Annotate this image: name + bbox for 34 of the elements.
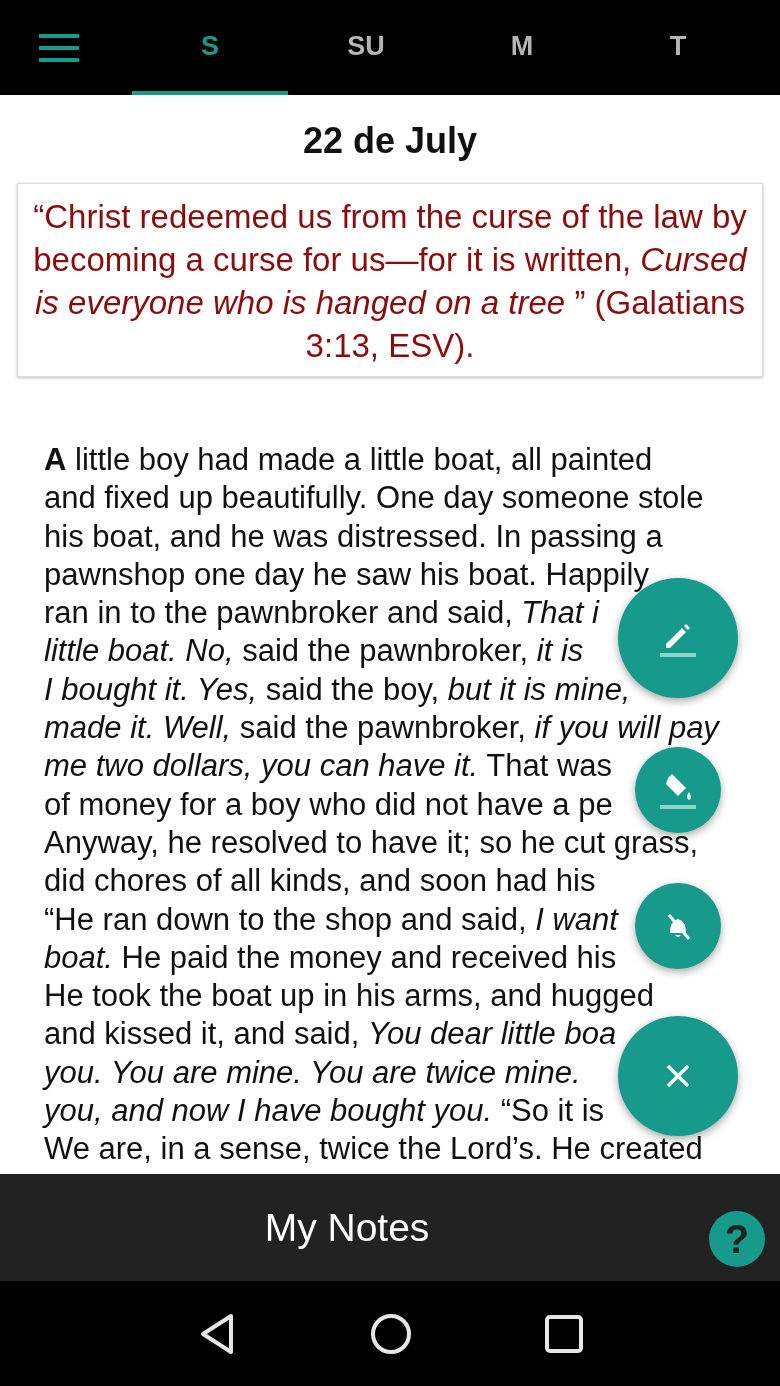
- story-line: his boat, and he was distressed. In passing a: [44, 517, 663, 556]
- story-line: and fixed up beautifully. One day someone stole: [44, 479, 704, 518]
- story-line: me two dollars, you can have it. That was: [44, 747, 613, 786]
- date-title: 22 de July: [302, 119, 478, 163]
- help-button[interactable]: ?: [709, 1211, 765, 1267]
- story-line: you. You are mine. You are twice mine.: [44, 1053, 581, 1092]
- home-icon[interactable]: [370, 1312, 412, 1355]
- notification-off-button[interactable]: [635, 883, 721, 969]
- story-line: boat. He paid the money and received his: [44, 938, 617, 977]
- day-tab[interactable]: SU: [288, 0, 444, 95]
- story-line: pawnshop one day he saw his boat. Happily: [44, 555, 649, 594]
- story-line: and kissed it, and said, You dear little boa: [44, 1015, 617, 1054]
- story-line: little boat. No, said the pawnbroker, it is: [44, 632, 584, 671]
- day-tab[interactable]: S: [132, 0, 288, 95]
- close-button[interactable]: [618, 1016, 738, 1136]
- close-icon: [665, 1063, 691, 1089]
- story-line: ran in to the pawnbroker and said, That i: [44, 594, 599, 633]
- menu-icon[interactable]: [39, 34, 79, 62]
- day-tab[interactable]: T: [600, 0, 756, 95]
- recents-icon[interactable]: [545, 1314, 584, 1353]
- story-line: He took the boat up in his arms, and hugged: [44, 977, 655, 1016]
- story-line: We are, in a sense, twice the Lord’s. He created: [44, 1130, 703, 1169]
- day-tab[interactable]: M: [444, 0, 600, 95]
- story-line: “He ran down to the shop and said, I want: [44, 900, 618, 939]
- story-line: did chores of all kinds, and soon had his: [44, 862, 596, 901]
- story-line: I bought it. Yes, said the boy, but it is mine,: [44, 670, 631, 709]
- story-line: A little boy had made a little boat, all painted: [44, 441, 653, 479]
- story-line: made it. Well, said the pawnbroker, if you will pay: [44, 709, 719, 748]
- verse-text: “Christ redeemed us from the curse of the law by becoming a curse for us—for it is written, Cursed is everyone who is hanged on a tree ” (Galatians 3:13, ESV).: [33, 198, 747, 364]
- story-line: Anyway, he resolved to have it; so he cut grass,: [44, 823, 699, 862]
- story-line: of money for a boy who did not have a pe: [44, 785, 613, 824]
- notes-title[interactable]: My Notes: [264, 1205, 430, 1250]
- highlight-button[interactable]: [635, 747, 721, 833]
- story-line: you, and now I have bought you. “So it is: [44, 1092, 605, 1131]
